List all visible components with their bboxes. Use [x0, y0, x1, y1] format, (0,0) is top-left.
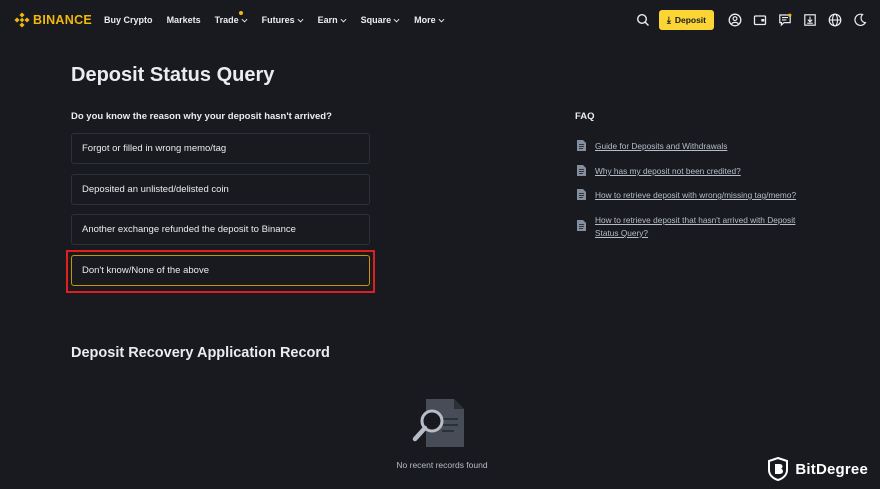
chevron-down-icon [297, 18, 304, 22]
deposit-button[interactable]: ⤓ Deposit [658, 10, 714, 30]
reason-option-unlisted-coin[interactable]: Deposited an unlisted/delisted coin [71, 174, 370, 205]
faq-item: How to retrieve deposit with wrong/missi… [577, 189, 827, 202]
faq-title: FAQ [575, 111, 595, 122]
deposit-button-label: Deposit [674, 15, 706, 25]
nav-item-label: Buy Crypto [104, 15, 153, 25]
no-records-icon [412, 399, 464, 447]
document-icon [577, 140, 586, 151]
nav-item-label: Square [360, 15, 392, 25]
bitdegree-watermark: BitDegree [767, 457, 868, 481]
reason-question: Do you know the reason why your deposit … [71, 111, 332, 122]
faq-link-status-query[interactable]: How to retrieve deposit that hasn't arri… [595, 214, 820, 240]
nav-item-trade[interactable]: Trade [214, 11, 248, 25]
nav-item-buy-crypto[interactable]: Buy Crypto [104, 15, 153, 25]
nav-right-actions: ⤓ Deposit [626, 0, 868, 40]
no-records-text: No recent records found [0, 460, 880, 470]
nav-item-label: Trade [214, 15, 239, 25]
nav-item-futures[interactable]: Futures [262, 15, 304, 25]
no-records-label: No recent records found [396, 460, 488, 470]
notification-dot [238, 11, 243, 15]
message-icon[interactable] [777, 12, 793, 28]
nav-item-more[interactable]: More [414, 15, 445, 25]
download-arrow-icon: ⤓ [666, 14, 671, 25]
faq-link-not-credited[interactable]: Why has my deposit not been credited? [595, 165, 741, 178]
moon-icon[interactable] [852, 12, 868, 28]
nav-item-square[interactable]: Square [361, 15, 401, 25]
faq-item: How to retrieve deposit that hasn't arri… [577, 214, 827, 240]
chevron-down-icon [241, 18, 248, 22]
binance-logo-text: BINANCE [33, 13, 93, 27]
faq-link-deposit-guide[interactable]: Guide for Deposits and Withdrawals [595, 140, 727, 153]
nav-item-label: Earn [317, 15, 338, 25]
chevron-down-icon [438, 18, 445, 22]
nav-menu: Buy Crypto Markets Trade Futures Earn Sq… [104, 11, 459, 25]
page-title: Deposit Status Query [71, 64, 275, 86]
binance-logo-icon [14, 12, 30, 28]
reason-option-wrong-memo[interactable]: Forgot or filled in wrong memo/tag [71, 133, 370, 164]
chevron-down-icon [393, 18, 400, 22]
reason-option-dont-know[interactable]: Don't know/None of the above [71, 255, 370, 286]
reason-option-label: Don't know/None of the above [82, 265, 209, 276]
bitdegree-logo-icon [768, 457, 789, 481]
faq-item: Why has my deposit not been credited? [577, 165, 827, 178]
nav-item-label: More [414, 15, 436, 25]
reason-option-label: Forgot or filled in wrong memo/tag [82, 143, 227, 154]
download-icon[interactable] [802, 12, 818, 28]
nav-item-markets[interactable]: Markets [167, 15, 201, 25]
wallet-icon[interactable] [752, 12, 768, 28]
document-icon [577, 220, 586, 231]
faq-item: Guide for Deposits and Withdrawals [577, 140, 827, 153]
records-section-title: Deposit Recovery Application Record [71, 345, 330, 361]
user-icon[interactable] [727, 12, 743, 28]
nav-item-label: Futures [261, 15, 295, 25]
faq-link-wrong-tag[interactable]: How to retrieve deposit with wrong/missi… [595, 189, 796, 202]
bitdegree-text: BitDegree [795, 460, 868, 478]
chevron-down-icon [340, 18, 347, 22]
document-icon [577, 189, 586, 200]
reason-option-exchange-refund[interactable]: Another exchange refunded the deposit to… [71, 214, 370, 245]
reason-option-label: Another exchange refunded the deposit to… [82, 224, 296, 235]
reason-option-label: Deposited an unlisted/delisted coin [82, 184, 229, 195]
search-icon[interactable] [635, 12, 651, 28]
top-navigation: BINANCE Buy Crypto Markets Trade Futures… [0, 0, 880, 40]
nav-item-label: Markets [166, 15, 201, 25]
nav-item-earn[interactable]: Earn [318, 15, 347, 25]
document-icon [577, 165, 586, 176]
binance-logo[interactable]: BINANCE [14, 12, 92, 28]
globe-icon[interactable] [827, 12, 843, 28]
